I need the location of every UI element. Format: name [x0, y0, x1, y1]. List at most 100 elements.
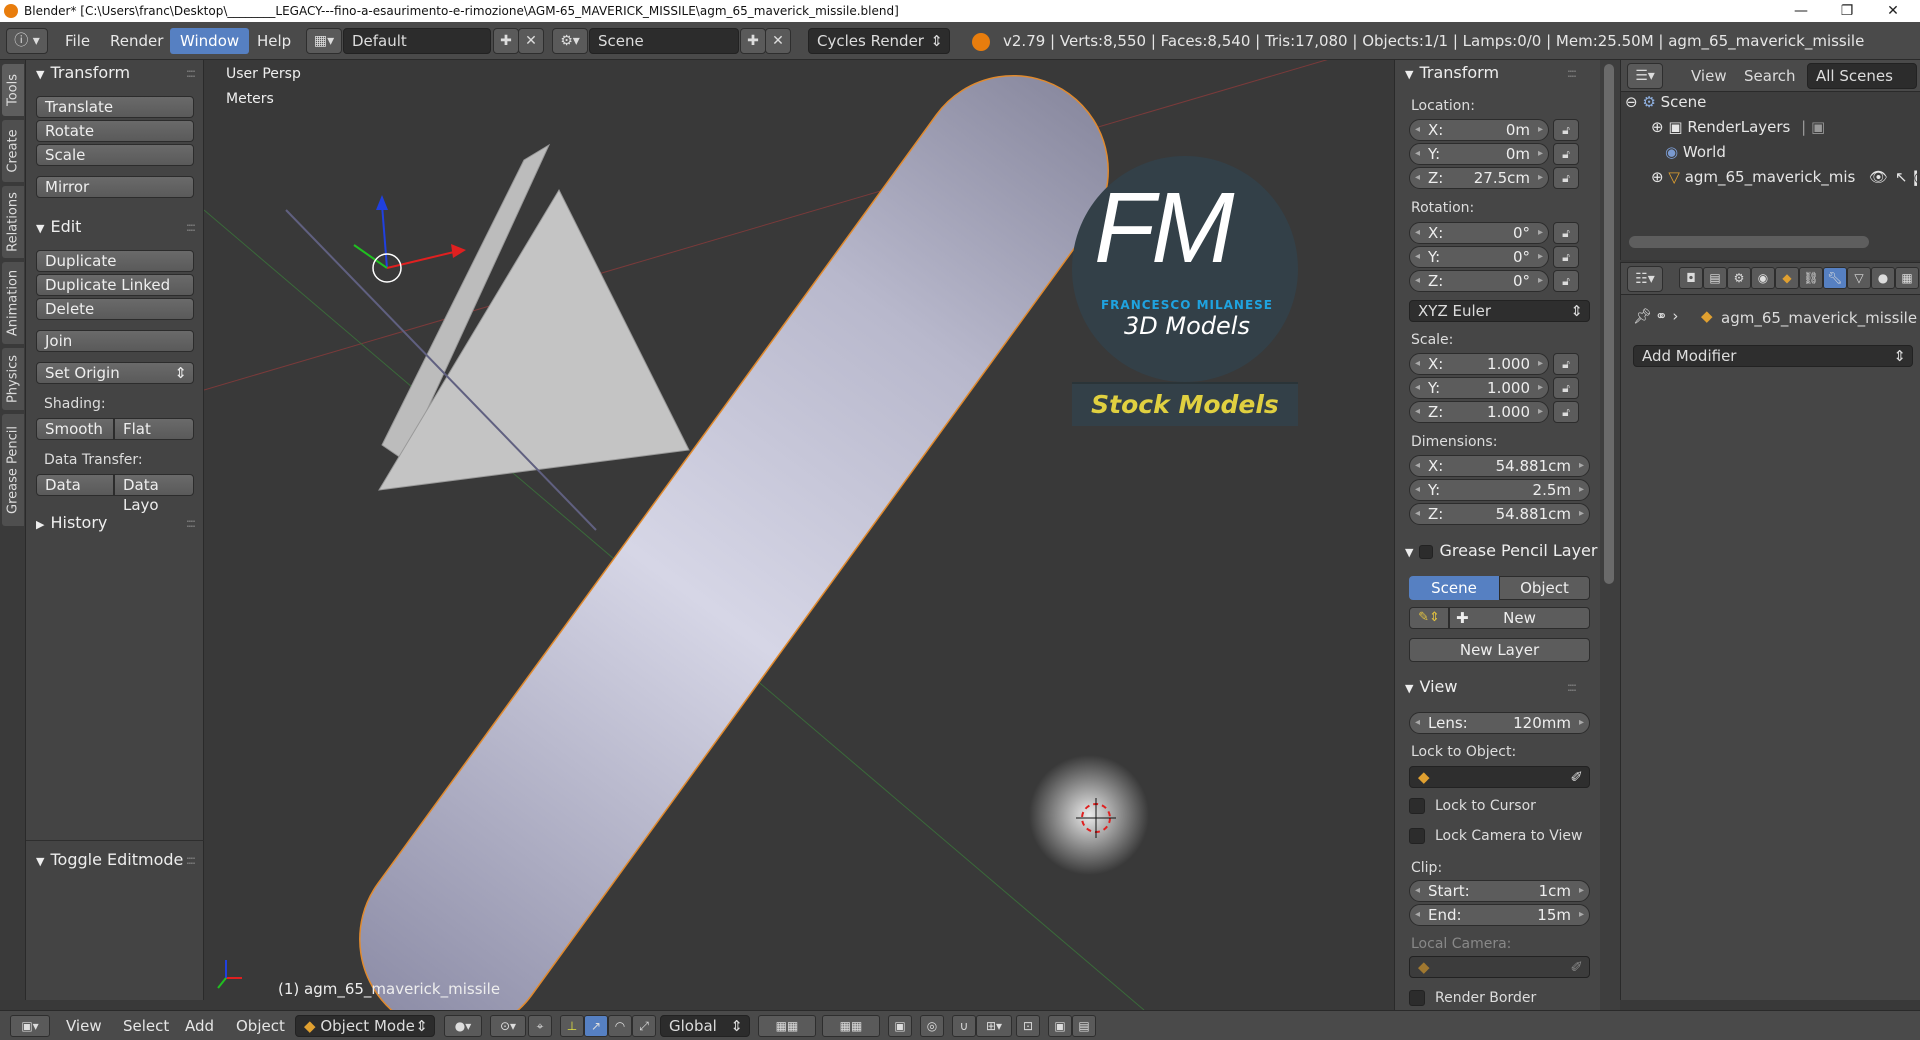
clip-start-field[interactable]: ◂ Start: 1cm ▸: [1409, 880, 1590, 902]
proportional-edit-icon[interactable]: ◎: [920, 1015, 944, 1037]
menu-window[interactable]: Window: [170, 28, 250, 54]
render-tab-icon[interactable]: ◘: [1679, 267, 1703, 289]
location-x-field[interactable]: ◂ X: 0m ▸: [1409, 119, 1549, 141]
scene-icon[interactable]: ⚙▾: [552, 28, 588, 54]
outliner-search-menu[interactable]: Search: [1744, 67, 1796, 85]
gp-object-button[interactable]: Object: [1499, 576, 1590, 600]
drag-grip-icon[interactable]: ::::: [186, 847, 196, 873]
layout-selector[interactable]: Default: [343, 28, 491, 54]
expand-icon[interactable]: ⊕: [1651, 168, 1664, 186]
lock-icon[interactable]: 🔓︎: [1553, 143, 1579, 165]
tab-grease-pencil[interactable]: Grease Pencil: [2, 414, 24, 526]
snap-element-icon[interactable]: ⊞▾: [976, 1015, 1012, 1037]
render-camera-icon[interactable]: ◙: [1913, 165, 1917, 189]
set-origin-dropdown[interactable]: Set Origin ⇕: [36, 362, 194, 384]
layout-grid-icon[interactable]: ▦▾: [306, 28, 342, 54]
translate-button[interactable]: Translate: [36, 96, 194, 118]
lock-icon[interactable]: 🔓︎: [1553, 270, 1579, 292]
menu-render[interactable]: Render: [100, 28, 173, 54]
orientation-dropdown[interactable]: Global ⇕: [660, 1015, 750, 1037]
expand-icon[interactable]: ⊕: [1651, 118, 1664, 136]
scene-tab-icon[interactable]: ⚙: [1727, 267, 1751, 289]
scene-selector[interactable]: Scene: [589, 28, 739, 54]
edit-panel-header[interactable]: ▼ Edit ::::: [26, 214, 204, 240]
rotation-x-field[interactable]: ◂ X: 0° ▸: [1409, 222, 1549, 244]
world-tab-icon[interactable]: ◉: [1751, 267, 1775, 289]
lock-icon[interactable]: 🔓︎: [1553, 377, 1579, 399]
gp-scene-button[interactable]: Scene: [1409, 576, 1499, 600]
translate-manipulator-icon[interactable]: ↗: [584, 1015, 608, 1037]
render-animation-icon[interactable]: ▤: [1072, 1015, 1096, 1037]
lock-to-cursor-checkbox[interactable]: [1409, 798, 1425, 814]
rotate-button[interactable]: Rotate: [36, 120, 194, 142]
close-button[interactable]: ✕: [1870, 0, 1916, 22]
eye-icon[interactable]: 👁︎: [1869, 165, 1888, 189]
gp-new-layer-button[interactable]: New Layer: [1409, 638, 1590, 662]
properties-editor-icon[interactable]: ☷▾: [1627, 266, 1663, 292]
drag-grip-icon[interactable]: ::::: [1567, 60, 1577, 86]
editor-type-icon[interactable]: ▣▾: [10, 1015, 50, 1037]
lock-camera-checkbox[interactable]: [1409, 828, 1425, 844]
eyedropper-icon[interactable]: ✐: [1570, 957, 1583, 977]
menu-file[interactable]: File: [55, 28, 100, 54]
snap-magnet-icon[interactable]: ∪: [952, 1015, 976, 1037]
tab-physics[interactable]: Physics: [2, 348, 24, 410]
snap-target-icon[interactable]: ⊡: [1016, 1015, 1040, 1037]
data-button[interactable]: Data: [36, 474, 114, 496]
lock-icon[interactable]: 🔓︎: [1553, 246, 1579, 268]
render-still-icon[interactable]: ▣: [1048, 1015, 1072, 1037]
delete-button[interactable]: Delete: [36, 298, 194, 320]
lock-icon[interactable]: 🔓︎: [1553, 119, 1579, 141]
pin-icon[interactable]: 📌︎: [1633, 307, 1652, 325]
outliner-editor-icon[interactable]: ☰▾: [1627, 63, 1663, 89]
render-engine-selector[interactable]: Cycles Render ⇕: [808, 28, 950, 54]
clip-end-field[interactable]: ◂ End: 15m ▸: [1409, 904, 1590, 926]
flat-button[interactable]: Flat: [114, 418, 194, 440]
outliner-item-renderlayers[interactable]: ⊕ ▣ RenderLayers | ▣: [1651, 115, 1911, 139]
tab-tools[interactable]: Tools: [2, 64, 24, 116]
lens-field[interactable]: ◂ Lens: 120mm ▸: [1409, 712, 1590, 734]
add-scene-icon[interactable]: ✚: [740, 28, 766, 54]
outliner-item-scene[interactable]: ⊖ ⚙ Scene: [1625, 90, 1915, 114]
menu-add[interactable]: Add: [185, 1015, 214, 1037]
history-panel-header[interactable]: ▶ History ::::: [26, 510, 204, 536]
scale-z-field[interactable]: ◂ Z: 1.000 ▸: [1409, 401, 1549, 423]
texture-tab-icon[interactable]: ▦: [1895, 267, 1919, 289]
add-layout-icon[interactable]: ✚: [493, 28, 519, 54]
rotation-z-field[interactable]: ◂ Z: 0° ▸: [1409, 270, 1549, 292]
manipulator-toggle-icon[interactable]: ⌖: [528, 1015, 552, 1037]
rotation-mode-dropdown[interactable]: XYZ Euler ⇕: [1409, 300, 1590, 322]
delete-layout-icon[interactable]: ✕: [518, 28, 544, 54]
drag-grip-icon[interactable]: ::::: [186, 510, 196, 536]
menu-help[interactable]: Help: [247, 28, 301, 54]
smooth-button[interactable]: Smooth: [36, 418, 114, 440]
collapse-icon[interactable]: ⊖: [1625, 93, 1638, 111]
toggle-editmode-panel[interactable]: ▼ Toggle Editmode ::::: [26, 847, 204, 873]
cursor-select-icon[interactable]: ↖: [1895, 165, 1908, 189]
outliner-view-menu[interactable]: View: [1691, 67, 1727, 85]
rotate-manipulator-icon[interactable]: ◠: [608, 1015, 632, 1037]
dimension-x-field[interactable]: ◂ X: 54.881cm ▸: [1409, 455, 1590, 477]
outliner-filter-dropdown[interactable]: All Scenes: [1807, 63, 1917, 89]
material-tab-icon[interactable]: ●: [1871, 267, 1895, 289]
modifiers-wrench-icon[interactable]: 🔧︎: [1823, 267, 1847, 289]
drag-grip-icon[interactable]: ::::: [1567, 674, 1577, 700]
duplicate-linked-button[interactable]: Duplicate Linked: [36, 274, 194, 296]
local-camera-field[interactable]: ◆ ✐: [1409, 956, 1590, 978]
render-layers-tab-icon[interactable]: ▤: [1703, 267, 1727, 289]
grease-pencil-checkbox[interactable]: [1419, 544, 1434, 559]
scale-y-field[interactable]: ◂ Y: 1.000 ▸: [1409, 377, 1549, 399]
data-layout-button[interactable]: Data Layo: [114, 474, 194, 514]
pivot-point-icon[interactable]: ⊙▾: [490, 1015, 526, 1037]
transform-panel-header[interactable]: ▼ Transform ::::: [1395, 60, 1585, 86]
object-tab-icon[interactable]: ◆: [1775, 267, 1799, 289]
grease-pencil-panel-header[interactable]: ▼ Grease Pencil Layer: [1395, 538, 1601, 564]
minimize-button[interactable]: —: [1778, 0, 1824, 22]
scale-x-field[interactable]: ◂ X: 1.000 ▸: [1409, 353, 1549, 375]
menu-select[interactable]: Select: [123, 1015, 169, 1037]
rotation-y-field[interactable]: ◂ Y: 0° ▸: [1409, 246, 1549, 268]
layer-lock-icon[interactable]: ▣: [888, 1015, 912, 1037]
location-z-field[interactable]: ◂ Z: 27.5cm ▸: [1409, 167, 1549, 189]
duplicate-button[interactable]: Duplicate: [36, 250, 194, 272]
gp-new-button[interactable]: ✚ New: [1449, 607, 1590, 629]
